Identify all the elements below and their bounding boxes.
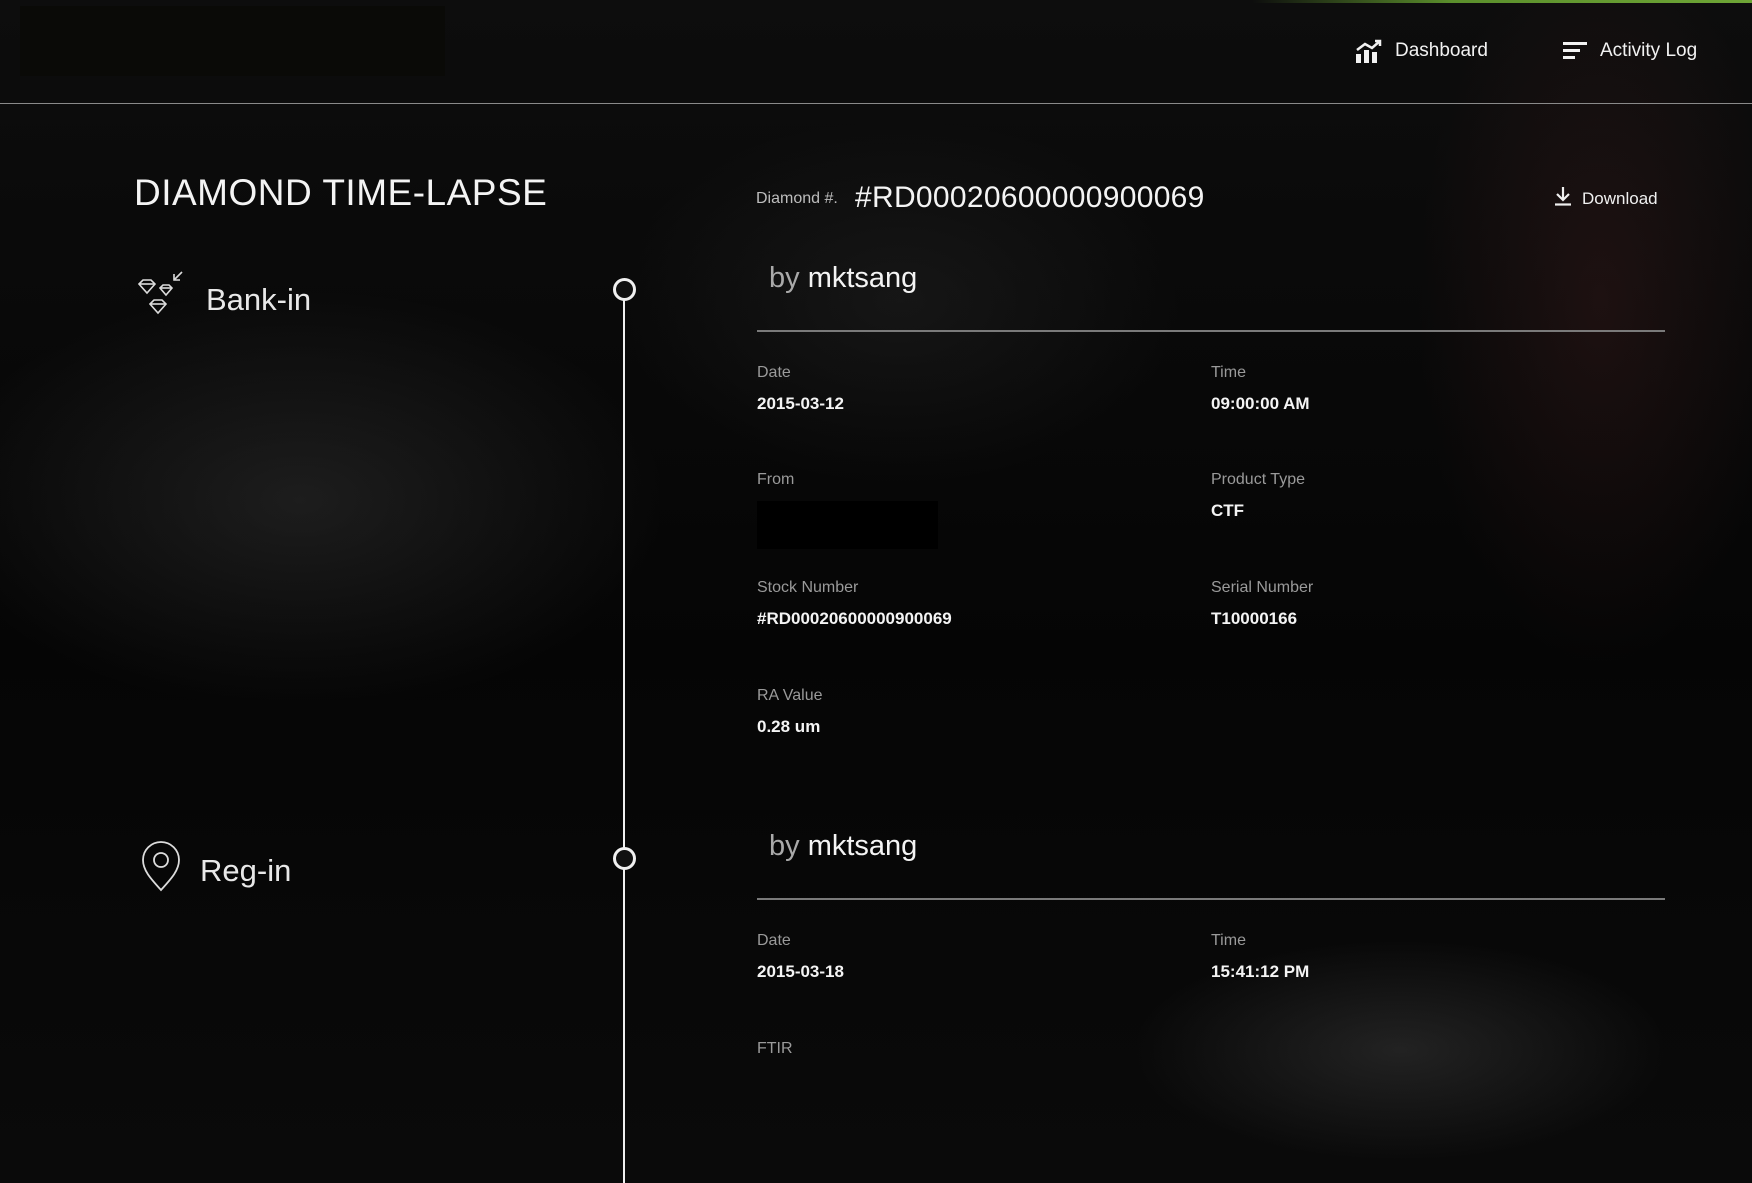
- field-from: From: [757, 471, 938, 549]
- field-label: Date: [757, 364, 791, 381]
- stage-reg-in: Reg-in: [136, 840, 291, 902]
- stage-reg-in-label: Reg-in: [200, 853, 292, 888]
- list-icon: [1562, 39, 1588, 63]
- field-value: T10000166: [1211, 609, 1298, 628]
- field-date: Date 2015-03-18: [757, 932, 844, 982]
- field-label: Serial Number: [1211, 579, 1314, 596]
- timeline-line: [623, 290, 625, 1183]
- nav-activity-log-label: Activity Log: [1600, 40, 1698, 61]
- location-pin-icon: [136, 840, 186, 902]
- field-time: Time 15:41:12 PM: [1211, 932, 1309, 982]
- field-label: Time: [1211, 364, 1246, 381]
- field-label: Date: [757, 932, 791, 949]
- download-icon: [1554, 186, 1572, 211]
- nav-activity-log-link[interactable]: Activity Log: [1562, 36, 1697, 66]
- page-title: DIAMOND TIME-LAPSE: [134, 172, 548, 213]
- field-value: 2015-03-18: [757, 962, 844, 981]
- field-label: From: [757, 471, 795, 488]
- field-serial-number: Serial Number T10000166: [1211, 579, 1313, 629]
- field-label: FTIR: [757, 1040, 793, 1057]
- diamond-number-label: Diamond #.: [756, 190, 838, 207]
- redacted-value: [757, 501, 938, 549]
- by-prefix: by: [769, 262, 800, 294]
- field-value: 0.28 um: [757, 717, 821, 736]
- event-user: mktsang: [807, 262, 918, 294]
- field-value: 09:00:00 AM: [1211, 394, 1310, 413]
- field-stock-number: Stock Number #RD00020600000900069: [757, 579, 952, 629]
- field-value: #RD00020600000900069: [757, 609, 952, 628]
- timeline-node: [613, 278, 636, 301]
- stage-bank-in: Bank-in: [136, 268, 311, 332]
- field-value: 2015-03-12: [757, 394, 844, 413]
- download-label: Download: [1582, 188, 1658, 208]
- field-label: RA Value: [757, 687, 823, 704]
- field-ra-value: RA Value 0.28 um: [757, 687, 823, 737]
- field-time: Time 09:00:00 AM: [1211, 364, 1310, 414]
- field-label: Time: [1211, 932, 1246, 949]
- field-value: CTF: [1211, 501, 1245, 520]
- event-bank-in: by mktsang Date 2015-03-12 Time 09:00:00…: [757, 262, 1665, 736]
- field-value: 15:41:12 PM: [1211, 962, 1310, 981]
- diamond-number: #RD00020600000900069: [855, 181, 1205, 214]
- download-button[interactable]: Download: [1554, 186, 1658, 211]
- event-by-line: by mktsang: [769, 830, 1665, 870]
- event-reg-in: by mktsang Date 2015-03-18 Time 15:41:12…: [757, 830, 1665, 1057]
- field-label: Stock Number: [757, 579, 859, 596]
- bar-chart-icon: [1355, 38, 1383, 64]
- nav-dashboard-link[interactable]: Dashboard: [1355, 36, 1488, 66]
- divider: [757, 898, 1665, 900]
- stage-bank-in-label: Bank-in: [206, 282, 312, 317]
- timeline-node: [613, 847, 636, 870]
- event-user: mktsang: [807, 830, 918, 862]
- logo-area[interactable]: [20, 6, 445, 76]
- field-product-type: Product Type CTF: [1211, 471, 1305, 521]
- event-by-line: by mktsang: [769, 262, 1665, 302]
- field-label: Product Type: [1211, 471, 1305, 488]
- diamonds-icon: [136, 268, 192, 332]
- field-date: Date 2015-03-12: [757, 364, 844, 414]
- nav-dashboard-label: Dashboard: [1395, 40, 1488, 61]
- field-ftir: FTIR: [757, 1040, 793, 1058]
- by-prefix: by: [769, 830, 800, 862]
- top-navbar: Dashboard Activity Log: [0, 0, 1752, 104]
- divider: [757, 330, 1665, 332]
